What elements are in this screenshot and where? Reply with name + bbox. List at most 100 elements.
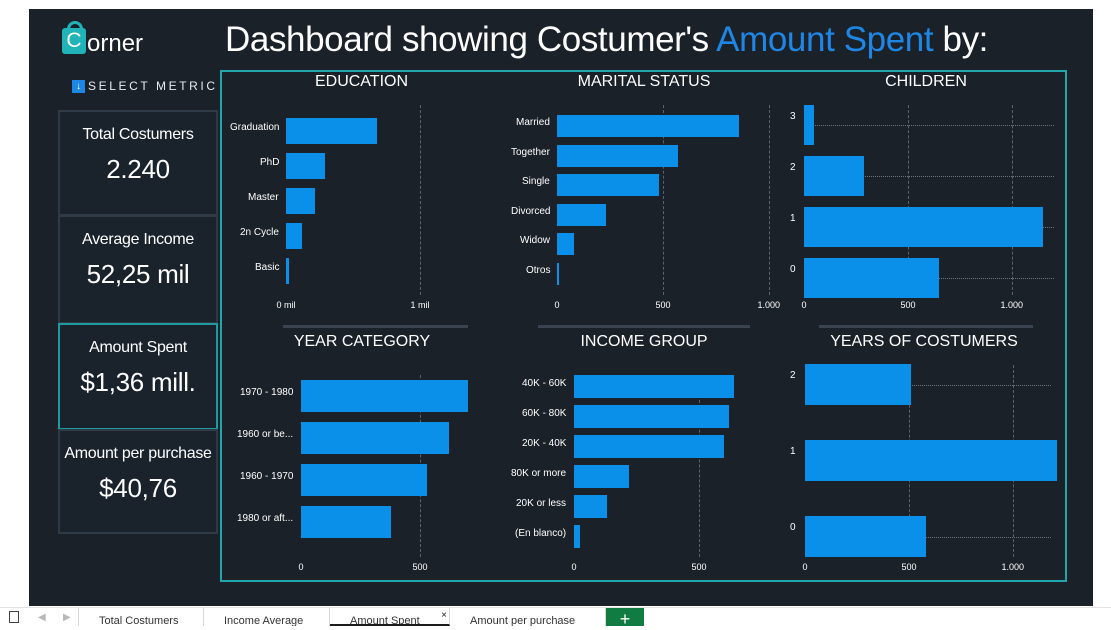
marital-status-tick-label: 0 <box>554 300 560 310</box>
tab-total-costumers[interactable]: Total Costumers <box>78 608 204 626</box>
income-group-bar[interactable] <box>574 435 724 458</box>
education-bar[interactable] <box>286 118 378 144</box>
income-group-category-label: 40K - 60K <box>522 377 567 389</box>
education-category-label: PhD <box>260 157 280 168</box>
tab-amount-per-purchase[interactable]: Amount per purchase <box>450 608 606 626</box>
education-bar[interactable] <box>286 188 316 214</box>
logo-text: orner <box>87 30 144 57</box>
years-of-costumers-bar[interactable] <box>805 440 1057 481</box>
income-group-bar[interactable] <box>574 405 729 428</box>
top-strip <box>0 0 1111 9</box>
marital-status-tick-label: 500 <box>655 300 671 310</box>
years-of-costumers-category-label: 0 <box>790 522 796 533</box>
year-category-category-label: 1960 or be... <box>237 429 294 440</box>
chart-title-children: CHILDREN <box>885 73 967 90</box>
years-of-costumers-tick-label: 1.000 <box>1001 562 1025 572</box>
kpi-average-income[interactable]: Average Income 52,25 mil <box>58 215 218 324</box>
tab-label: Income Average <box>224 615 304 626</box>
years-of-costumers-category-label: 2 <box>790 370 796 381</box>
kpi-total-costumers[interactable]: Total Costumers 2.240 <box>58 110 218 216</box>
marital-status-gridline <box>769 105 770 295</box>
years-of-costumers-category-label: 1 <box>790 446 796 457</box>
shopping-bag-icon: C <box>62 21 86 54</box>
kpi-value: 2.240 <box>106 154 170 184</box>
children-category-label: 3 <box>790 111 796 122</box>
chart-title-year-category: YEAR CATEGORY <box>293 333 431 350</box>
tab-label: Amount per purchase <box>470 615 576 626</box>
dashboard-canvas: C orner Dashboard showing Costumer's Amo… <box>29 9 1093 606</box>
sheet-tab-bar: ◀ ▶ Total Costumers Income Average Amoun… <box>0 607 1111 629</box>
education-category-label: 2n Cycle <box>240 227 279 238</box>
year-category-tick-label: 500 <box>412 562 428 572</box>
page-title: Dashboard showing Costumer's Amount Spen… <box>225 20 988 60</box>
logo-initial: C <box>66 29 82 52</box>
kpi-amount-spent[interactable]: Amount Spent $1,36 mill. <box>58 323 218 430</box>
year-category-bar[interactable] <box>301 506 392 538</box>
income-group-category-label: (En blanco) <box>515 527 567 539</box>
income-group-bar[interactable] <box>574 525 581 548</box>
tab-amount-spent[interactable]: Amount Spent × <box>330 608 450 626</box>
marital-status-bar[interactable] <box>557 203 606 226</box>
title-tail: by: <box>933 20 989 59</box>
tab-label: Total Costumers <box>99 615 179 626</box>
children-category-label: 1 <box>790 213 796 224</box>
years-of-costumers-bar[interactable] <box>805 516 926 557</box>
marital-status-bar[interactable] <box>557 262 559 285</box>
income-group-bar[interactable] <box>574 495 607 518</box>
marital-status-bar[interactable] <box>557 233 574 255</box>
children-bar[interactable] <box>804 207 1044 247</box>
year-category-bar[interactable] <box>301 464 428 496</box>
marital-status-bar[interactable] <box>557 115 740 137</box>
marital-status-bar[interactable] <box>557 174 659 196</box>
select-metric: ↓ SELECT METRIC <box>72 79 218 93</box>
kpi-label: Total Costumers <box>82 126 194 143</box>
education-category-label: Basic <box>255 262 280 273</box>
marital-status-category-label: Otros <box>526 264 551 276</box>
year-category-category-label: 1970 - 1980 <box>240 387 294 398</box>
prev-sheet-icon[interactable]: ◀ <box>38 612 46 623</box>
select-metric-label: SELECT METRIC <box>88 79 218 93</box>
next-sheet-icon[interactable]: ▶ <box>63 612 71 623</box>
year-category-category-label: 1980 or aft... <box>237 513 294 524</box>
children-bar[interactable] <box>804 258 940 298</box>
education-bar[interactable] <box>286 223 303 249</box>
chart-title-income-group: INCOME GROUP <box>580 333 708 350</box>
chart-title-education: EDUCATION <box>314 73 409 90</box>
children-bar[interactable] <box>804 156 865 196</box>
chart-title-marital-status: MARITAL STATUS <box>577 73 711 90</box>
kpi-value: 52,25 mil <box>86 259 190 289</box>
sheet-icon[interactable] <box>9 611 19 623</box>
children-gridline <box>1012 105 1013 295</box>
children-row-gridline <box>804 125 1054 126</box>
education-tick-label: 1 mil <box>410 300 430 310</box>
logo: C orner <box>62 17 192 63</box>
education-bar[interactable] <box>286 153 325 179</box>
income-group-category-label: 80K or more <box>511 467 567 479</box>
income-group-tick-label: 500 <box>691 562 707 572</box>
years-of-costumers-bar[interactable] <box>805 364 912 405</box>
education-category-label: Master <box>248 192 279 203</box>
children-category-label: 0 <box>790 264 796 275</box>
education-bar[interactable] <box>286 258 289 284</box>
year-category-tick-label: 0 <box>298 562 304 572</box>
marital-status-category-label: Widow <box>520 235 551 246</box>
add-tab-button[interactable]: + <box>606 608 644 629</box>
income-group-bar[interactable] <box>574 465 629 488</box>
close-tab-icon[interactable]: × <box>441 610 447 621</box>
year-category-category-label: 1960 - 1970 <box>240 471 294 482</box>
income-group-category-label: 20K or less <box>516 497 567 509</box>
year-category-bar[interactable] <box>301 380 468 412</box>
income-group-bar[interactable] <box>574 375 734 398</box>
down-arrow-icon: ↓ <box>72 79 85 93</box>
children-category-label: 2 <box>790 162 796 173</box>
years-of-costumers-tick-label: 0 <box>802 562 808 572</box>
income-group-tick-label: 0 <box>571 562 577 572</box>
year-category-bar[interactable] <box>301 422 449 454</box>
children-bar[interactable] <box>804 105 815 145</box>
marital-status-bar[interactable] <box>557 144 678 167</box>
years-of-costumers-tick-label: 500 <box>901 562 917 572</box>
tab-income-average[interactable]: Income Average <box>204 608 330 626</box>
divider <box>538 325 750 328</box>
kpi-amount-per-purchase[interactable]: Amount per purchase $40,76 <box>58 429 218 534</box>
title-accent: Amount Spent <box>716 20 934 59</box>
